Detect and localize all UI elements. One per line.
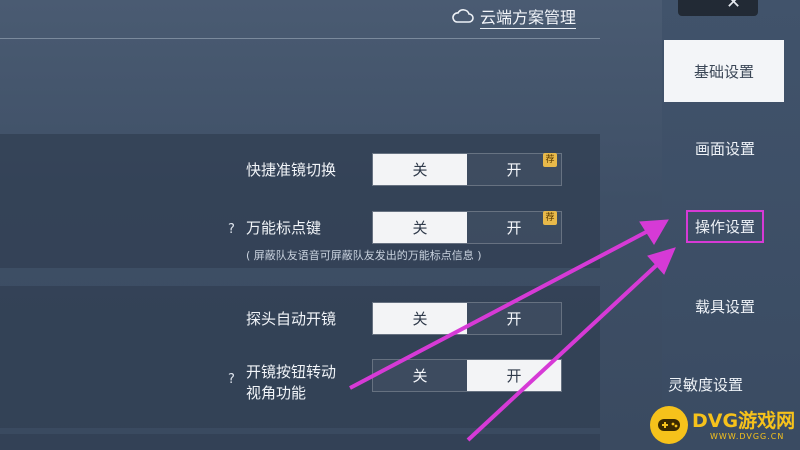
recommend-badge: 荐 (543, 211, 557, 225)
sidebar-item-label: 载具设置 (694, 297, 755, 316)
quick-scope-off-option[interactable]: 关 (373, 154, 467, 185)
close-icon: ✕ (726, 0, 742, 13)
sidebar-item-label: 基础设置 (693, 62, 754, 81)
help-icon[interactable]: ? (228, 372, 235, 387)
scope-button-turn-off-option[interactable]: 关 (373, 360, 467, 391)
sidebar-item-controls[interactable]: 操作设置 (662, 198, 788, 254)
sidebar-item-label: 画面设置 (694, 139, 755, 158)
sidebar-item-graphics[interactable]: 画面设置 (662, 120, 788, 176)
gamepad-logo-icon (650, 406, 688, 444)
universal-marker-toggle[interactable]: 关 开 (372, 211, 562, 244)
watermark: DVG游戏网 WWW.DVGG.CN (648, 402, 798, 448)
universal-marker-hint: ( 屏蔽队友语音可屏蔽队友发出的万能标点信息 ) (246, 249, 482, 262)
peek-auto-scope-off-option[interactable]: 关 (373, 303, 467, 334)
quick-scope-label: 快捷准镜切换 (246, 161, 337, 179)
cloud-scheme-label: 云端方案管理 (480, 7, 577, 29)
universal-marker-label: 万能标点键 (246, 219, 322, 237)
divider (0, 38, 600, 39)
cloud-icon (452, 8, 474, 28)
close-button[interactable]: ✕ (678, 0, 758, 16)
scope-button-turn-on-option[interactable]: 开 (467, 360, 561, 391)
sidebar-item-label: 操作设置 (685, 209, 764, 243)
recommend-badge: 荐 (543, 153, 557, 167)
sidebar-item-vehicle[interactable]: 载具设置 (662, 278, 788, 334)
sidebar-item-basic[interactable]: 基础设置 (664, 40, 784, 102)
peek-auto-scope-label: 探头自动开镜 (246, 310, 337, 328)
top-bar: 云端方案管理 (0, 0, 660, 36)
sidebar-item-label: 灵敏度设置 (668, 375, 744, 394)
quick-scope-toggle[interactable]: 关 开 (372, 153, 562, 186)
scope-button-turn-toggle[interactable]: 关 开 (372, 359, 562, 392)
watermark-brand: DVG游戏网 (692, 410, 796, 432)
help-icon[interactable]: ? (228, 222, 235, 237)
cloud-scheme-management-link[interactable]: 云端方案管理 (452, 6, 577, 30)
peek-auto-scope-toggle[interactable]: 关 开 (372, 302, 562, 335)
scope-button-turn-label-line2: 视角功能 (246, 384, 307, 402)
scope-button-turn-label-line1: 开镜按钮转动 (246, 363, 337, 381)
settings-panel-next (0, 434, 600, 450)
peek-auto-scope-on-option[interactable]: 开 (467, 303, 561, 334)
watermark-url: WWW.DVGG.CN (710, 432, 785, 441)
universal-marker-off-option[interactable]: 关 (373, 212, 467, 243)
